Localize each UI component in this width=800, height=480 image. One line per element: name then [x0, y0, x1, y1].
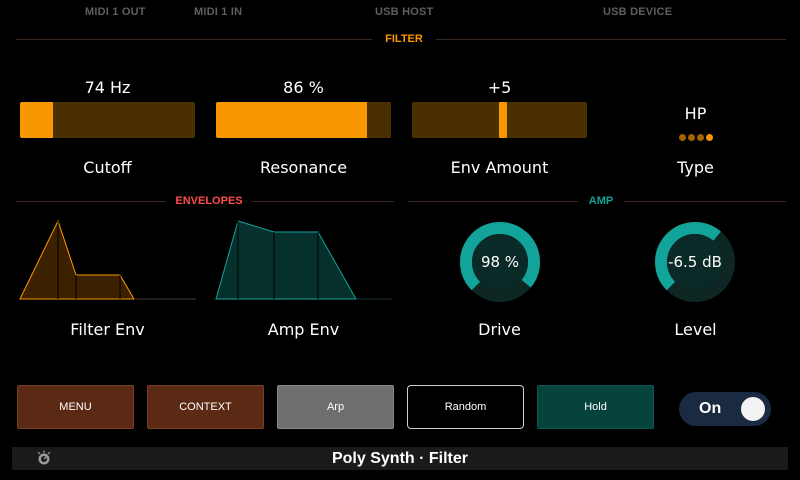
- filter-type-value[interactable]: HP: [608, 104, 783, 123]
- page-title: Poly Synth · Filter: [331, 450, 468, 467]
- filter-type-dot: [696, 134, 704, 141]
- level-label: Level: [674, 320, 717, 339]
- arp-button[interactable]: Arp: [277, 385, 394, 429]
- midi-out-status: MIDI 1 OUT: [85, 6, 146, 18]
- resonance-slider-fill: [216, 102, 367, 138]
- env-amount-slider[interactable]: [412, 102, 587, 138]
- filter-type-label: Type: [677, 158, 714, 177]
- amp-section-title: AMP: [578, 195, 624, 207]
- env-amount-value: +5: [487, 78, 512, 97]
- usb-host-status: USB HOST: [375, 6, 434, 18]
- amp-env-graph[interactable]: [214, 215, 394, 303]
- filter-type-dot: [705, 134, 713, 141]
- drive-value: 98 %: [480, 253, 520, 271]
- filter-env-graph[interactable]: [18, 215, 198, 303]
- filter-type-dot: [678, 134, 686, 141]
- usb-device-status: USB DEVICE: [603, 6, 673, 18]
- filter-type-indicator: [608, 128, 783, 146]
- resonance-slider[interactable]: [216, 102, 391, 138]
- menu-button[interactable]: MENU: [17, 385, 134, 429]
- env-amount-label: Env Amount: [450, 158, 549, 177]
- resonance-label: Resonance: [259, 158, 348, 177]
- amp-env-shape: [215, 220, 357, 300]
- random-button[interactable]: Random: [407, 385, 524, 429]
- filter-env-shape: [19, 219, 135, 300]
- amp-env-label: Amp Env: [267, 320, 340, 339]
- bottom-bar: Poly Synth · Filter: [12, 447, 788, 470]
- cutoff-slider[interactable]: [20, 102, 195, 138]
- drive-label: Drive: [478, 320, 521, 339]
- power-toggle[interactable]: On: [679, 392, 771, 426]
- power-toggle-thumb: [741, 397, 765, 421]
- midi-in-status: MIDI 1 IN: [194, 6, 243, 18]
- filter-section-title: FILTER: [372, 33, 436, 45]
- power-toggle-label: On: [699, 400, 722, 417]
- hold-button[interactable]: Hold: [537, 385, 654, 429]
- env-amount-slider-marker: [499, 102, 507, 138]
- filter-type-dot: [687, 134, 695, 141]
- cutoff-value: 74 Hz: [84, 78, 131, 97]
- resonance-value: 86 %: [283, 78, 324, 97]
- level-value: -6.5 dB: [668, 253, 722, 271]
- envelopes-section-title: ENVELOPES: [166, 195, 252, 207]
- cutoff-label: Cutoff: [83, 158, 132, 177]
- filter-env-label: Filter Env: [70, 320, 145, 339]
- cutoff-slider-fill: [20, 102, 54, 138]
- context-button[interactable]: CONTEXT: [147, 385, 264, 429]
- cpu-dial-icon[interactable]: [36, 450, 52, 466]
